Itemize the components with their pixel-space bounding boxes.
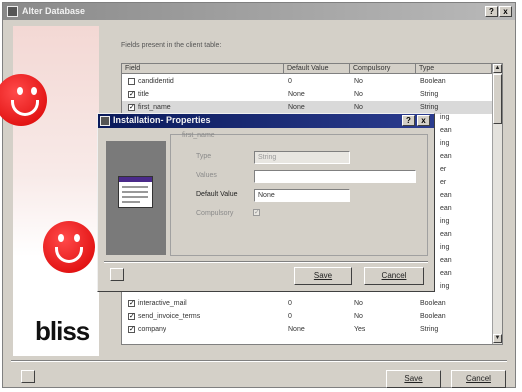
help-icon[interactable]: [21, 370, 35, 383]
row-type: ean: [440, 127, 452, 134]
dialog-app-icon[interactable]: [100, 116, 110, 126]
cancel-button[interactable]: Cancel: [451, 370, 506, 388]
row-compulsory: No: [354, 300, 363, 307]
row-type: er: [440, 179, 447, 186]
row-field-name: send_invoice_terms: [138, 313, 201, 320]
dialog-help-icon[interactable]: [110, 268, 124, 281]
row-default-value: None: [288, 326, 305, 333]
type-label: Type: [196, 153, 212, 160]
column-header-field[interactable]: Field: [122, 64, 284, 74]
separator: [11, 360, 507, 362]
row-type: ing: [440, 114, 450, 121]
dialog-cancel-button[interactable]: Cancel: [364, 267, 424, 285]
table-row[interactable]: ✓ interactive_mail 0 No Boolean: [122, 297, 492, 310]
properties-dialog: Installation- Properties ? x first_name …: [97, 113, 435, 292]
row-default-value: 0: [288, 313, 292, 320]
column-header-type[interactable]: Type: [416, 64, 492, 74]
save-button[interactable]: Save: [386, 370, 441, 388]
row-type: ean: [440, 231, 452, 238]
row-checkbox[interactable]: ✓: [128, 91, 135, 98]
row-checkbox[interactable]: ✓: [128, 104, 135, 111]
compulsory-label: Compulsory: [196, 210, 234, 217]
dialog-title: Installation- Properties: [113, 115, 211, 125]
default-value-field[interactable]: None: [254, 189, 350, 202]
table-scrollbar[interactable]: ▲ ▼: [492, 64, 502, 344]
logo-panel: bliss: [0, 26, 99, 356]
table-row[interactable]: ✓ title None No String: [122, 88, 492, 101]
smiley-face-icon: [43, 221, 95, 273]
scroll-thumb[interactable]: [493, 74, 502, 124]
row-type: ean: [440, 270, 452, 277]
row-checkbox[interactable]: ✓: [128, 300, 135, 307]
dialog-title-bar[interactable]: Installation- Properties ? x: [98, 114, 434, 128]
dialog-separator: [104, 261, 428, 263]
row-field-name: interactive_mail: [138, 300, 187, 307]
compulsory-checkbox[interactable]: ✓: [253, 209, 260, 216]
row-default-value: 0: [288, 300, 292, 307]
close-button[interactable]: x: [499, 6, 512, 17]
row-type: String: [420, 91, 439, 98]
row-compulsory: No: [354, 91, 363, 98]
row-checkbox[interactable]: ✓: [128, 326, 135, 333]
row-type: Boolean: [420, 78, 446, 85]
row-compulsory: No: [354, 313, 363, 320]
column-header-default-value[interactable]: Default Value: [284, 64, 350, 74]
row-type: ean: [440, 153, 452, 160]
row-type: Boolean: [420, 313, 446, 320]
row-checkbox[interactable]: [128, 78, 135, 85]
type-field: String: [254, 151, 350, 164]
help-button[interactable]: ?: [485, 6, 498, 17]
row-type: Boolean: [420, 300, 446, 307]
row-type: ing: [440, 218, 450, 225]
column-header-compulsory[interactable]: Compulsory: [350, 64, 416, 74]
row-type: ing: [440, 244, 450, 251]
row-type: ing: [440, 140, 450, 147]
row-compulsory: Yes: [354, 326, 366, 333]
row-type: ing: [440, 283, 450, 290]
dialog-close-button[interactable]: x: [417, 115, 430, 126]
row-checkbox[interactable]: ✓: [128, 313, 135, 320]
dialog-help-button[interactable]: ?: [402, 115, 415, 126]
table-row[interactable]: candidentid 0 No Boolean: [122, 75, 492, 88]
scroll-down-arrow-icon[interactable]: ▼: [493, 334, 502, 343]
smiley-face-icon: [0, 74, 47, 126]
row-type: ean: [440, 192, 452, 199]
values-label: Values: [196, 172, 217, 179]
window-title-bar[interactable]: Alter Database ? x: [3, 3, 515, 20]
table-row[interactable]: ✓ send_invoice_terms 0 No Boolean: [122, 310, 492, 323]
window-illustration-icon: [118, 176, 153, 208]
row-field-name: title: [138, 91, 149, 98]
row-type: ean: [440, 257, 452, 264]
row-type: er: [440, 166, 447, 173]
bliss-logo: bliss: [35, 316, 90, 346]
fields-label: Fields present in the client table:: [121, 42, 222, 49]
values-field[interactable]: [254, 170, 416, 183]
row-default-value: None: [288, 91, 305, 98]
field-name-label: first_name: [182, 132, 215, 139]
window-title: Alter Database: [22, 6, 86, 16]
row-field-name: candidentid: [138, 78, 174, 85]
row-compulsory: No: [354, 78, 363, 85]
dialog-save-button[interactable]: Save: [294, 267, 352, 285]
row-field-name: company: [138, 326, 167, 333]
default-value-label: Default Value: [196, 191, 238, 198]
row-type: ean: [440, 205, 452, 212]
scroll-up-arrow-icon[interactable]: ▲: [493, 64, 502, 73]
table-row[interactable]: ✓ company None Yes String: [122, 323, 492, 336]
app-icon[interactable]: [7, 6, 18, 17]
row-type: String: [420, 326, 439, 333]
row-default-value: 0: [288, 78, 292, 85]
